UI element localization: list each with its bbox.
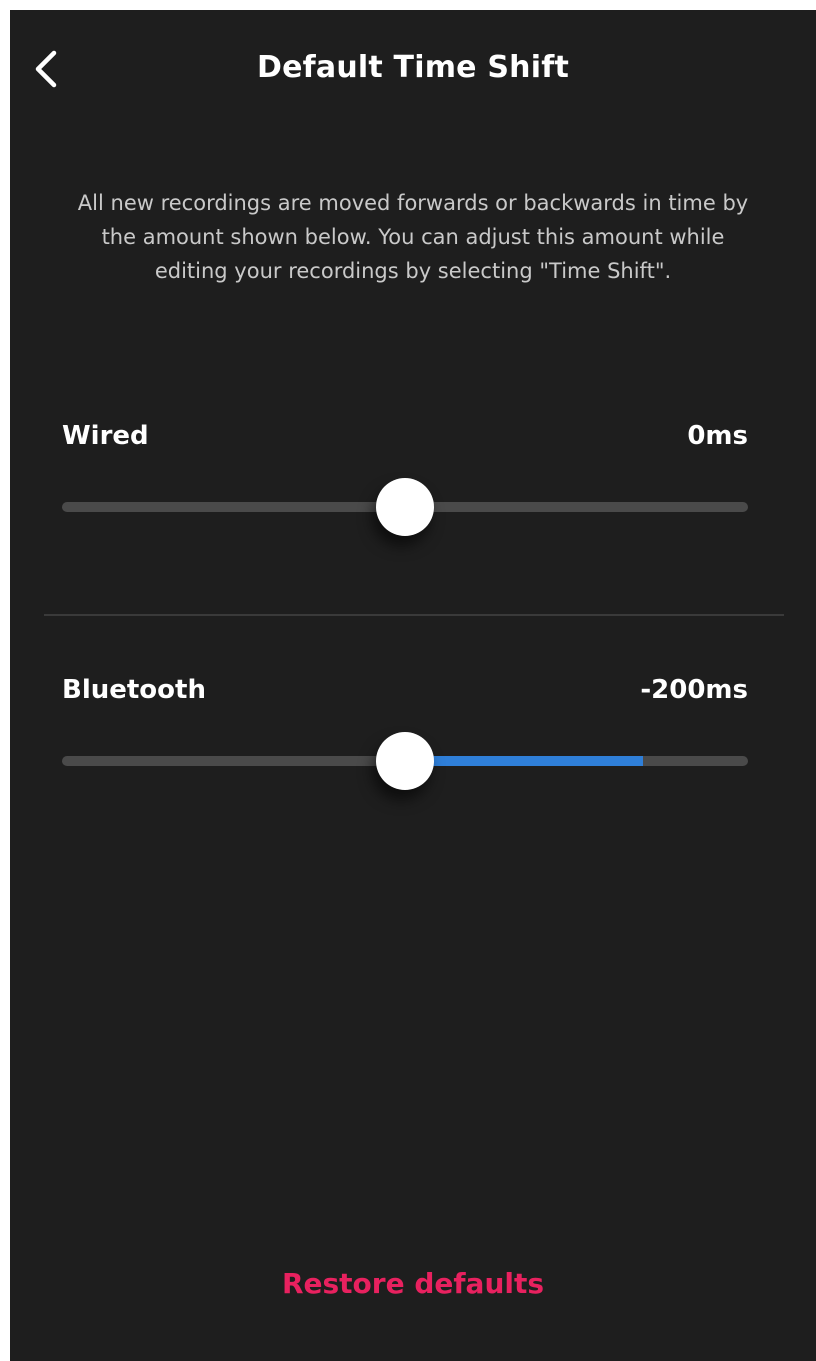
page-title: Default Time Shift — [256, 50, 569, 85]
bluetooth-slider-fill — [405, 756, 644, 766]
time-shift-screen: Default Time Shift All new recordings ar… — [10, 10, 816, 1361]
bluetooth-value: -200ms — [640, 675, 748, 705]
restore-defaults-button[interactable]: Restore defaults — [10, 1264, 816, 1304]
bluetooth-slider-thumb[interactable] — [376, 732, 434, 790]
bluetooth-slider[interactable] — [62, 731, 748, 791]
divider — [44, 614, 784, 616]
wired-slider-thumb[interactable] — [376, 478, 434, 536]
wired-value: 0ms — [687, 421, 748, 451]
bluetooth-label: Bluetooth — [62, 675, 206, 705]
wired-label: Wired — [62, 421, 149, 451]
description-text: All new recordings are moved forwards or… — [77, 191, 749, 283]
wired-slider[interactable] — [62, 477, 748, 537]
